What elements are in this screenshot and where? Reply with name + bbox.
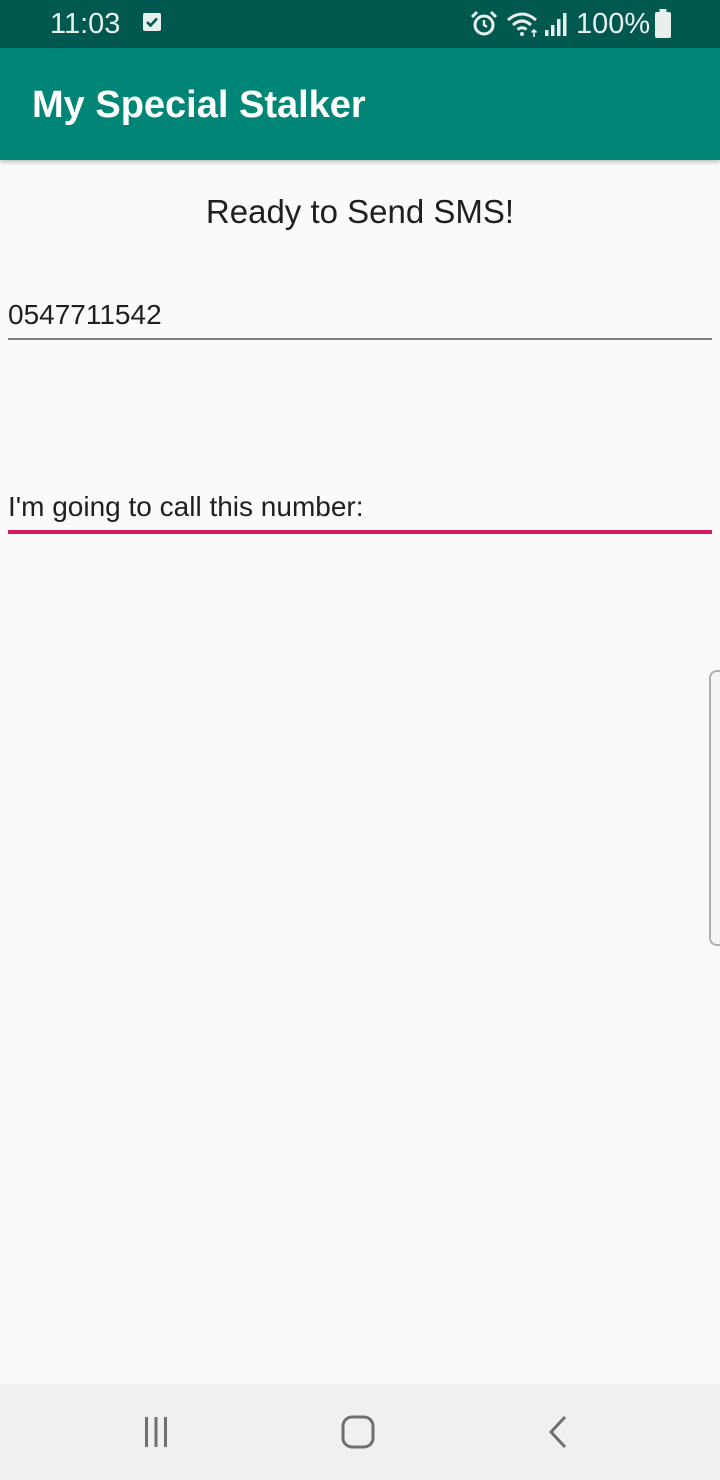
battery-icon	[655, 9, 671, 38]
message-input[interactable]	[8, 484, 712, 534]
back-icon	[548, 1415, 567, 1449]
edge-panel-handle[interactable]	[709, 670, 720, 946]
status-time: 11:03	[50, 8, 121, 40]
phone-number-input[interactable]	[8, 292, 712, 340]
alarm-icon	[470, 10, 498, 36]
home-icon	[341, 1415, 375, 1449]
wifi-icon	[507, 12, 538, 37]
navigation-bar	[0, 1384, 720, 1480]
app-bar: My Special Stalker	[0, 48, 720, 160]
checkbox-notification-icon	[143, 13, 161, 31]
app-title: My Special Stalker	[32, 84, 366, 126]
battery-percentage: 100%	[576, 8, 651, 40]
back-button[interactable]	[518, 1398, 598, 1466]
recent-apps-icon	[145, 1417, 167, 1447]
recent-apps-button[interactable]	[116, 1398, 196, 1466]
status-bar: 11:03 100%	[0, 0, 720, 48]
home-button[interactable]	[318, 1398, 398, 1466]
signal-icon	[545, 13, 567, 36]
status-heading: Ready to Send SMS!	[205, 193, 515, 230]
